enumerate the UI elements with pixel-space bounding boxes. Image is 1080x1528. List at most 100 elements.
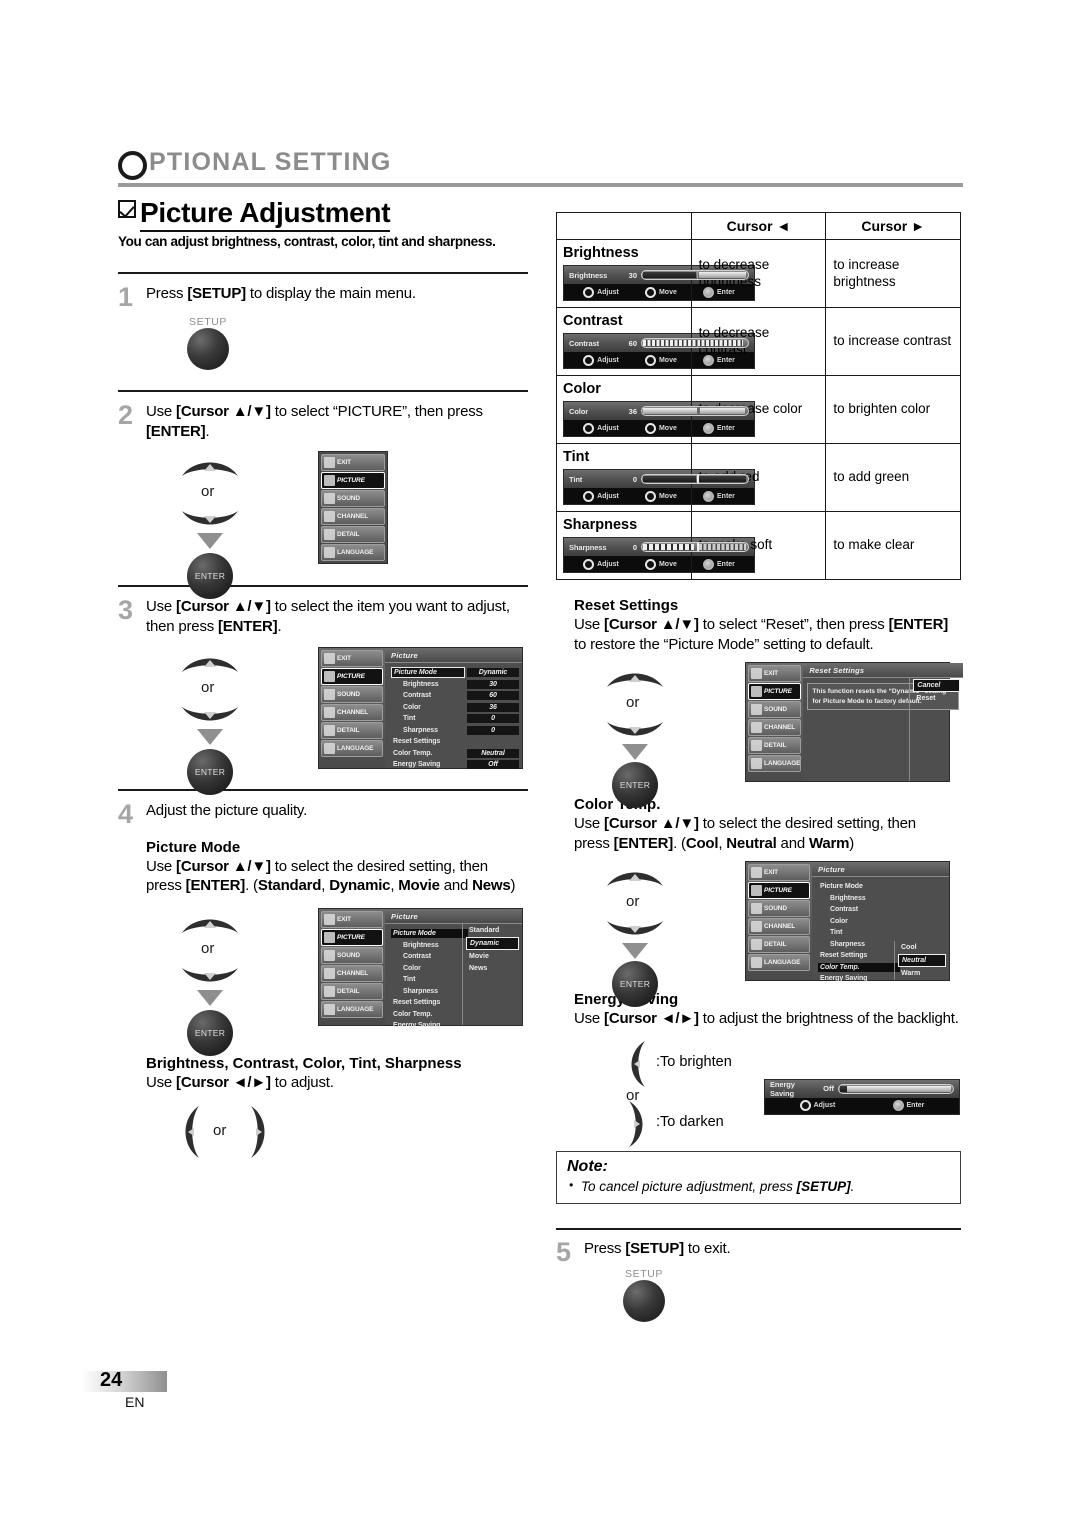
osd-row[interactable]: Brightness 30	[385, 678, 522, 690]
exit-icon	[751, 867, 762, 878]
osd-row[interactable]: Brightness	[385, 939, 468, 951]
osd-row[interactable]: Contrast	[385, 951, 468, 963]
osd-item-picture[interactable]: PICTURE	[748, 683, 802, 700]
osd-item-sound[interactable]: SOUND	[321, 685, 383, 703]
osd-item-sound[interactable]: SOUND	[748, 900, 810, 917]
cursor-left-button-es[interactable]	[624, 1039, 650, 1094]
enter-button-2[interactable]: ENTER	[187, 553, 233, 600]
reset-text-d: to restore the “Picture Mode” setting to…	[574, 635, 874, 653]
osd-item-exit[interactable]: EXIT	[748, 665, 802, 682]
cursor-up-button-ct[interactable]	[605, 865, 665, 896]
osd-row[interactable]: Reset Settings	[385, 736, 522, 748]
osd-row[interactable]: Tint 0	[385, 713, 522, 725]
osd-item-detail[interactable]: DETAIL	[321, 982, 383, 1000]
enter-button-reset[interactable]: ENTER	[612, 762, 658, 808]
osd-bar-track[interactable]	[641, 270, 749, 280]
osd-option-cool[interactable]: Cool	[898, 942, 946, 953]
osd-row[interactable]: Reset Settings	[385, 997, 468, 1009]
enter-button-ct[interactable]: ENTER	[612, 961, 658, 1007]
osd-bar-track[interactable]	[837, 1083, 954, 1094]
pm-option-news: News	[472, 877, 511, 895]
osd-item-language[interactable]: LANGUAGE	[321, 544, 385, 562]
osd-row[interactable]: Energy Saving Off	[385, 759, 522, 771]
osd-item-language[interactable]: LANGUAGE	[748, 954, 810, 971]
osd-item-detail[interactable]: DETAIL	[748, 936, 810, 953]
osd-panel-title: Picture	[812, 862, 949, 877]
cursor-right-button-es[interactable]	[624, 1099, 650, 1154]
osd-item-language[interactable]: LANGUAGE	[748, 755, 802, 772]
cursor-up-button-3[interactable]	[180, 651, 240, 682]
osd-row[interactable]: Color 36	[385, 701, 522, 713]
osd-row[interactable]: Sharpness	[385, 985, 468, 997]
osd-option-warm[interactable]: Warm	[898, 968, 946, 979]
osd-option-news[interactable]: News	[466, 963, 519, 974]
osd-option-standard[interactable]: Standard	[466, 925, 519, 936]
osd-item-language[interactable]: LANGUAGE	[321, 1000, 383, 1018]
osd-item-sound[interactable]: SOUND	[321, 490, 385, 508]
setup-button-5[interactable]	[623, 1280, 665, 1323]
osd-row-value: 0	[467, 725, 519, 735]
osd-item-picture[interactable]: PICTURE	[321, 667, 383, 685]
osd-bar-track[interactable]	[641, 474, 749, 484]
cursor-left-button[interactable]	[178, 1104, 204, 1165]
cursor-up-button-pm[interactable]	[180, 912, 240, 943]
osd-item-detail[interactable]: DETAIL	[321, 721, 383, 739]
osd-item-exit[interactable]: EXIT	[321, 454, 385, 472]
enter-button-3[interactable]: ENTER	[187, 748, 233, 795]
osd-item-language[interactable]: LANGUAGE	[321, 739, 383, 757]
osd-item-picture[interactable]: PICTURE	[321, 472, 385, 490]
osd-row[interactable]: Contrast	[812, 904, 900, 916]
osd-option-dynamic[interactable]: Dynamic	[466, 936, 519, 950]
osd-bar-track[interactable]	[641, 338, 749, 348]
osd-option-reset[interactable]: Reset	[913, 693, 960, 704]
osd-item-exit[interactable]: EXIT	[321, 649, 383, 667]
osd-row[interactable]: Color Temp.	[385, 1008, 468, 1020]
osd-row[interactable]: Tint	[812, 927, 900, 939]
osd-bar-value: Off	[823, 1084, 834, 1093]
osd-row[interactable]: Color	[385, 962, 468, 974]
osd-bar-track[interactable]	[641, 542, 749, 552]
osd-row[interactable]: Contrast 60	[385, 690, 522, 702]
osd-item-sound[interactable]: SOUND	[748, 701, 802, 718]
osd-row[interactable]: Brightness	[812, 893, 900, 905]
osd-row[interactable]: Picture Mode	[812, 881, 900, 893]
osd-item-exit[interactable]: EXIT	[321, 910, 383, 928]
osd-row[interactable]: Energy Saving	[812, 973, 900, 985]
osd-option-cancel[interactable]: Cancel	[913, 679, 961, 692]
step-2-cursor-key: [Cursor ▲/▼]	[176, 402, 271, 420]
osd-row[interactable]: Picture Mode	[385, 928, 468, 940]
osd-row[interactable]: Color	[812, 916, 900, 928]
osd-bar-name: Brightness	[569, 270, 608, 280]
osd-option-neutral[interactable]: Neutral	[898, 954, 946, 967]
cursor-up-button-2[interactable]	[180, 455, 240, 486]
osd-row[interactable]: Color Temp.	[812, 962, 900, 974]
osd-row[interactable]: Sharpness	[812, 939, 900, 951]
osd-item-sound[interactable]: SOUND	[321, 946, 383, 964]
osd-item-detail[interactable]: DETAIL	[321, 526, 385, 544]
hint-enter: Enter	[892, 1100, 924, 1111]
setup-button-1[interactable]	[187, 327, 229, 370]
osd-item-channel[interactable]: CHANNEL	[321, 508, 385, 526]
osd-item-channel[interactable]: CHANNEL	[748, 719, 802, 736]
osd-row[interactable]: Energy Saving	[385, 1020, 468, 1032]
enter-button-pm[interactable]: ENTER	[187, 1009, 233, 1056]
osd-row[interactable]: Picture Mode Dynamic	[385, 667, 522, 679]
osd-item-channel[interactable]: CHANNEL	[321, 964, 383, 982]
osd-item-picture[interactable]: PICTURE	[748, 882, 810, 899]
osd-row[interactable]: Tint	[385, 974, 468, 986]
osd-bar-track[interactable]	[641, 406, 749, 416]
osd-item-channel[interactable]: CHANNEL	[748, 918, 810, 935]
osd-row[interactable]: Color Temp. Neutral	[385, 747, 522, 759]
osd-sidebar: EXIT PICTURE SOUND CHANNEL DETAIL LANGUA…	[319, 908, 385, 1025]
osd-item-channel[interactable]: CHANNEL	[321, 703, 383, 721]
cell-item-brightness: Brightness Brightness 30 Adjust Move Ent…	[556, 239, 755, 308]
osd-option-movie[interactable]: Movie	[466, 951, 519, 962]
osd-item-detail[interactable]: DETAIL	[748, 737, 802, 754]
osd-item-exit[interactable]: EXIT	[748, 864, 810, 881]
osd-row[interactable]: Reset Settings	[812, 950, 900, 962]
cursor-right-button[interactable]	[246, 1104, 272, 1165]
osd-item-picture[interactable]: PICTURE	[321, 928, 383, 946]
osd-row[interactable]: Sharpness 0	[385, 724, 522, 736]
note-box: Note: To cancel picture adjustment, pres…	[556, 1150, 961, 1204]
cursor-up-button-reset[interactable]	[605, 666, 665, 697]
